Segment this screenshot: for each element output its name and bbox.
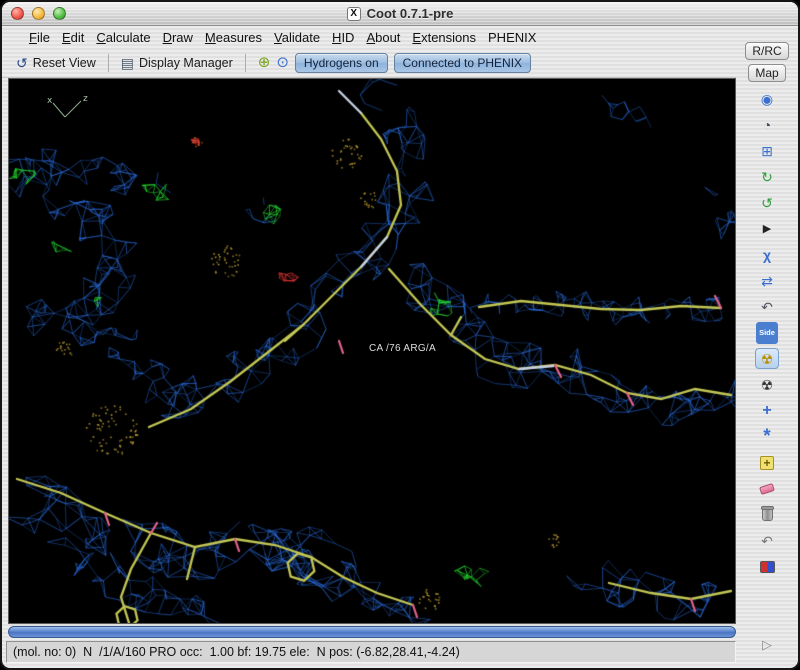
torsion-general-icon[interactable]: ⇄ — [755, 270, 779, 291]
map-contour-scrollbar[interactable] — [8, 626, 736, 638]
delete-item-icon[interactable] — [755, 504, 779, 525]
spin-view-icon[interactable]: ◔ — [755, 114, 779, 135]
atom-label: CA /76 ARG/A — [369, 343, 436, 354]
flip-peptide-icon[interactable]: ↶ — [755, 296, 779, 317]
display-manager-button[interactable]: ▤ Display Manager — [121, 56, 233, 70]
modeling-toolbar: ◉ ◔ ⊞ ↻ ↺ ▶ χ ⇄ ↶ Side ☢ ☢ + * + ↶ — [755, 88, 779, 577]
menu-phenix[interactable]: PHENIX — [483, 29, 541, 46]
menu-about[interactable]: About — [361, 29, 405, 46]
side-chain-flip-icon[interactable]: Side — [755, 321, 779, 344]
r-rc-button[interactable]: R/RC — [745, 42, 789, 60]
menu-measures[interactable]: Measures — [200, 29, 267, 46]
phenix-connection-button[interactable]: Connected to PHENIX — [393, 52, 532, 73]
title-bar[interactable]: X Coot 0.7.1-pre — [2, 2, 798, 26]
map-button[interactable]: Map — [748, 64, 786, 82]
axis-x-label: x — [47, 96, 53, 106]
main-toolbar: ↺ Reset View ▤ Display Manager ⊕ ⊙ Hydro… — [2, 48, 736, 78]
play-triangle-icon[interactable]: ▷ — [762, 637, 772, 653]
menu-calculate[interactable]: Calculate — [91, 29, 155, 46]
display-manager-icon: ▤ — [120, 54, 134, 71]
reset-view-button[interactable]: ↺ Reset View — [16, 56, 96, 70]
menu-file[interactable]: File — [24, 29, 55, 46]
menu-validate[interactable]: Validate — [269, 29, 325, 46]
menu-bar: File Edit Calculate Draw Measures Valida… — [2, 26, 736, 48]
auto-fit-rotamer-icon[interactable]: ↺ — [755, 192, 779, 213]
menu-draw[interactable]: Draw — [158, 29, 198, 46]
toolbar-separator — [244, 53, 246, 72]
menu-hid[interactable]: HID — [327, 29, 359, 46]
corner-widget: ▷ — [750, 634, 784, 656]
sphere-refine-icon[interactable]: ◉ — [755, 88, 779, 109]
axis-z-label: z — [83, 94, 88, 104]
rotate-zone-icon[interactable]: ↻ — [755, 166, 779, 187]
edit-chi-angles-icon[interactable]: χ — [755, 244, 779, 265]
menu-edit[interactable]: Edit — [57, 29, 89, 46]
close-button[interactable] — [11, 7, 24, 20]
undo-icon[interactable]: ↶ — [755, 530, 779, 551]
eraser-icon[interactable] — [755, 478, 779, 499]
x11-app-icon: X — [346, 6, 361, 21]
hydrogens-toggle-button[interactable]: Hydrogens on — [294, 52, 388, 73]
simple-mutate-icon[interactable]: ☢ — [755, 374, 779, 395]
status-bar: (mol. no: 0) N /1/A/160 PRO occ: 1.00 bf… — [6, 641, 736, 663]
window-title: Coot 0.7.1-pre — [366, 6, 454, 21]
axes-indicator: x z — [45, 91, 91, 123]
right-panel: R/RC Map ◉ ◔ ⊞ ↻ ↺ ▶ χ ⇄ ↶ Side ☢ ☢ + * … — [736, 26, 798, 666]
status-text: (mol. no: 0) N /1/A/160 PRO occ: 1.00 bf… — [13, 645, 460, 659]
go-to-ligand-icon[interactable]: ⊙ — [276, 55, 289, 70]
rigid-body-fit-icon[interactable]: ⊞ — [755, 140, 779, 161]
toolbar-separator — [107, 53, 109, 72]
color-map-icon[interactable] — [755, 556, 779, 577]
place-atom-icon[interactable]: * — [755, 426, 779, 447]
add-alt-conf-icon[interactable]: + — [755, 400, 779, 421]
coot-window: X Coot 0.7.1-pre File Edit Calculate Dra… — [0, 0, 800, 670]
minimize-button[interactable] — [32, 7, 45, 20]
go-to-atom-icon[interactable]: ⊕ — [258, 55, 271, 70]
add-terminal-residue-icon[interactable]: + — [755, 452, 779, 473]
reset-view-icon: ↺ — [16, 54, 28, 71]
axes-lines: x z — [47, 94, 88, 118]
menu-extensions[interactable]: Extensions — [407, 29, 481, 46]
zoom-button[interactable] — [53, 7, 66, 20]
mutate-autofit-icon[interactable]: ☢ — [755, 348, 779, 369]
rotamers-icon[interactable]: ▶ — [755, 218, 779, 239]
gl-canvas[interactable]: x z CA /76 ARG/A — [8, 78, 736, 624]
